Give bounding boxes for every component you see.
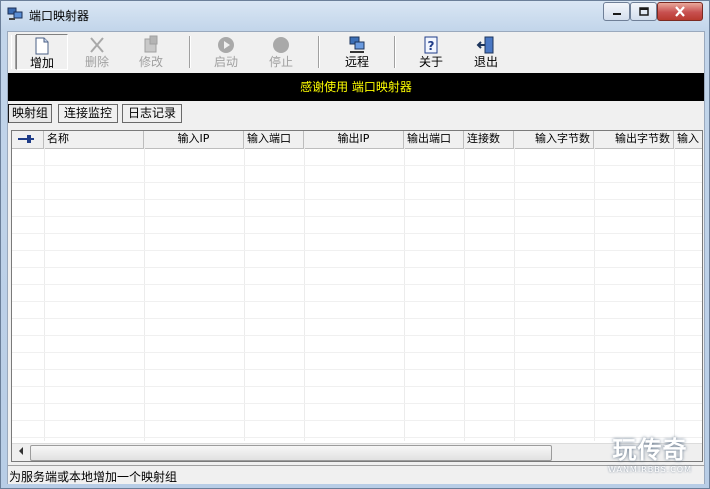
about-button[interactable]: ? 关于	[406, 34, 456, 70]
stop-button-label: 停止	[268, 55, 293, 69]
column-header-output-port[interactable]: 输出端口	[404, 131, 464, 148]
grid-row-line	[12, 267, 702, 268]
grid-row-line	[12, 301, 702, 302]
grid-column-line	[44, 148, 45, 441]
delete-button[interactable]: 删除	[72, 34, 122, 70]
column-header-output-ip[interactable]: 输出IP	[304, 131, 404, 148]
column-header-name[interactable]: 名称	[44, 131, 144, 148]
list-header: 名称 输入IP 输入端口 输出IP 输出端口 连接数 输入字节数 输出字节数 输…	[12, 131, 702, 149]
grid-row-line	[12, 199, 702, 200]
tab-connection-monitor[interactable]: 连接监控	[58, 104, 118, 123]
add-button-label: 增加	[29, 56, 54, 70]
grid-row-line	[12, 165, 702, 166]
grid-row-line	[12, 233, 702, 234]
toolbar-separator	[394, 36, 396, 68]
app-window: 端口映射器 增加 删除 修改 启动 停止 远程 ? 关于 退出 感谢使用 端口映…	[0, 0, 710, 489]
exit-button-label: 退出	[473, 55, 498, 69]
grid-row-line	[12, 420, 702, 421]
svg-text:?: ?	[428, 39, 435, 53]
remote-network-icon	[349, 36, 365, 53]
grid-row-line	[12, 437, 702, 438]
grid-column-line	[404, 148, 405, 441]
maximize-button[interactable]	[630, 2, 657, 21]
grid-column-line	[244, 148, 245, 441]
grid-column-line	[304, 148, 305, 441]
arrow-left-icon	[18, 447, 23, 455]
network-computer-icon	[7, 7, 23, 20]
grid-row-line	[12, 284, 702, 285]
delete-button-label: 删除	[84, 55, 109, 69]
modify-button-label: 修改	[138, 55, 163, 69]
window-title: 端口映射器	[29, 9, 90, 23]
start-button[interactable]: 启动	[201, 34, 251, 70]
grid-column-line	[594, 148, 595, 441]
tab-mapping-group[interactable]: 映射组	[8, 104, 52, 123]
add-button[interactable]: 增加	[16, 34, 68, 70]
watermark-title: 玩传奇	[612, 436, 688, 464]
grid-row-line	[12, 335, 702, 336]
play-icon	[218, 37, 234, 53]
stop-circle-icon	[273, 37, 289, 53]
stop-button[interactable]: 停止	[256, 34, 306, 70]
column-header-input-bytes[interactable]: 输入字节数	[514, 131, 594, 148]
client-area: 增加 删除 修改 启动 停止 远程 ? 关于 退出 感谢使用 端口映射器 映射组…	[7, 31, 705, 484]
column-header-input-more[interactable]: 输入	[674, 131, 702, 148]
grid-column-line	[674, 148, 675, 441]
remote-button-label: 远程	[344, 55, 369, 69]
pin-column-header[interactable]	[12, 131, 44, 148]
grid-column-line	[514, 148, 515, 441]
start-button-label: 启动	[213, 55, 238, 69]
site-watermark: 玩传奇 WANMIRBBS.COM	[603, 435, 697, 487]
grid-row-line	[12, 216, 702, 217]
grid-column-line	[144, 148, 145, 441]
modify-button[interactable]: 修改	[126, 34, 176, 70]
toolbar-separator	[189, 36, 191, 68]
mapping-list[interactable]: 名称 输入IP 输入端口 输出IP 输出端口 连接数 输入字节数 输出字节数 输…	[11, 130, 703, 462]
pin-icon	[18, 135, 34, 143]
grid-row-line	[12, 369, 702, 370]
minimize-button[interactable]	[603, 2, 630, 21]
edit-document-icon	[144, 35, 158, 53]
toolbar-separator	[318, 36, 320, 68]
status-bar: 为服务端或本地增加一个映射组	[8, 465, 704, 484]
title-bar[interactable]: 端口映射器	[1, 1, 709, 27]
grid-column-line	[464, 148, 465, 441]
remote-button[interactable]: 远程	[331, 34, 383, 70]
grid-row-line	[12, 403, 702, 404]
help-question-icon: ?	[424, 36, 438, 54]
grid-row-line	[12, 318, 702, 319]
tab-log-records[interactable]: 日志记录	[122, 104, 182, 123]
toolbar: 增加 删除 修改 启动 停止 远程 ? 关于 退出	[8, 32, 704, 72]
horizontal-scrollbar[interactable]	[12, 443, 702, 461]
close-button[interactable]	[657, 2, 703, 21]
status-text: 为服务端或本地增加一个映射组	[9, 470, 178, 484]
scroll-left-button[interactable]	[12, 444, 29, 461]
grid-row-line	[12, 182, 702, 183]
new-document-icon	[35, 37, 49, 55]
minimize-icon	[612, 12, 621, 15]
about-button-label: 关于	[418, 55, 443, 69]
grid-row-line	[12, 250, 702, 251]
column-header-output-bytes[interactable]: 输出字节数	[594, 131, 674, 148]
column-header-input-ip[interactable]: 输入IP	[144, 131, 244, 148]
column-header-connections[interactable]: 连接数	[464, 131, 514, 148]
exit-door-icon	[476, 36, 494, 54]
column-header-input-port[interactable]: 输入端口	[244, 131, 304, 148]
watermark-subtitle: WANMIRBBS.COM	[608, 465, 692, 474]
grid-row-line	[12, 386, 702, 387]
maximize-icon	[638, 7, 649, 16]
welcome-banner: 感谢使用 端口映射器	[8, 73, 704, 101]
delete-x-icon	[90, 37, 104, 53]
close-icon	[675, 6, 685, 17]
exit-button[interactable]: 退出	[461, 34, 511, 70]
scrollbar-thumb[interactable]	[30, 445, 552, 461]
grid-row-line	[12, 352, 702, 353]
